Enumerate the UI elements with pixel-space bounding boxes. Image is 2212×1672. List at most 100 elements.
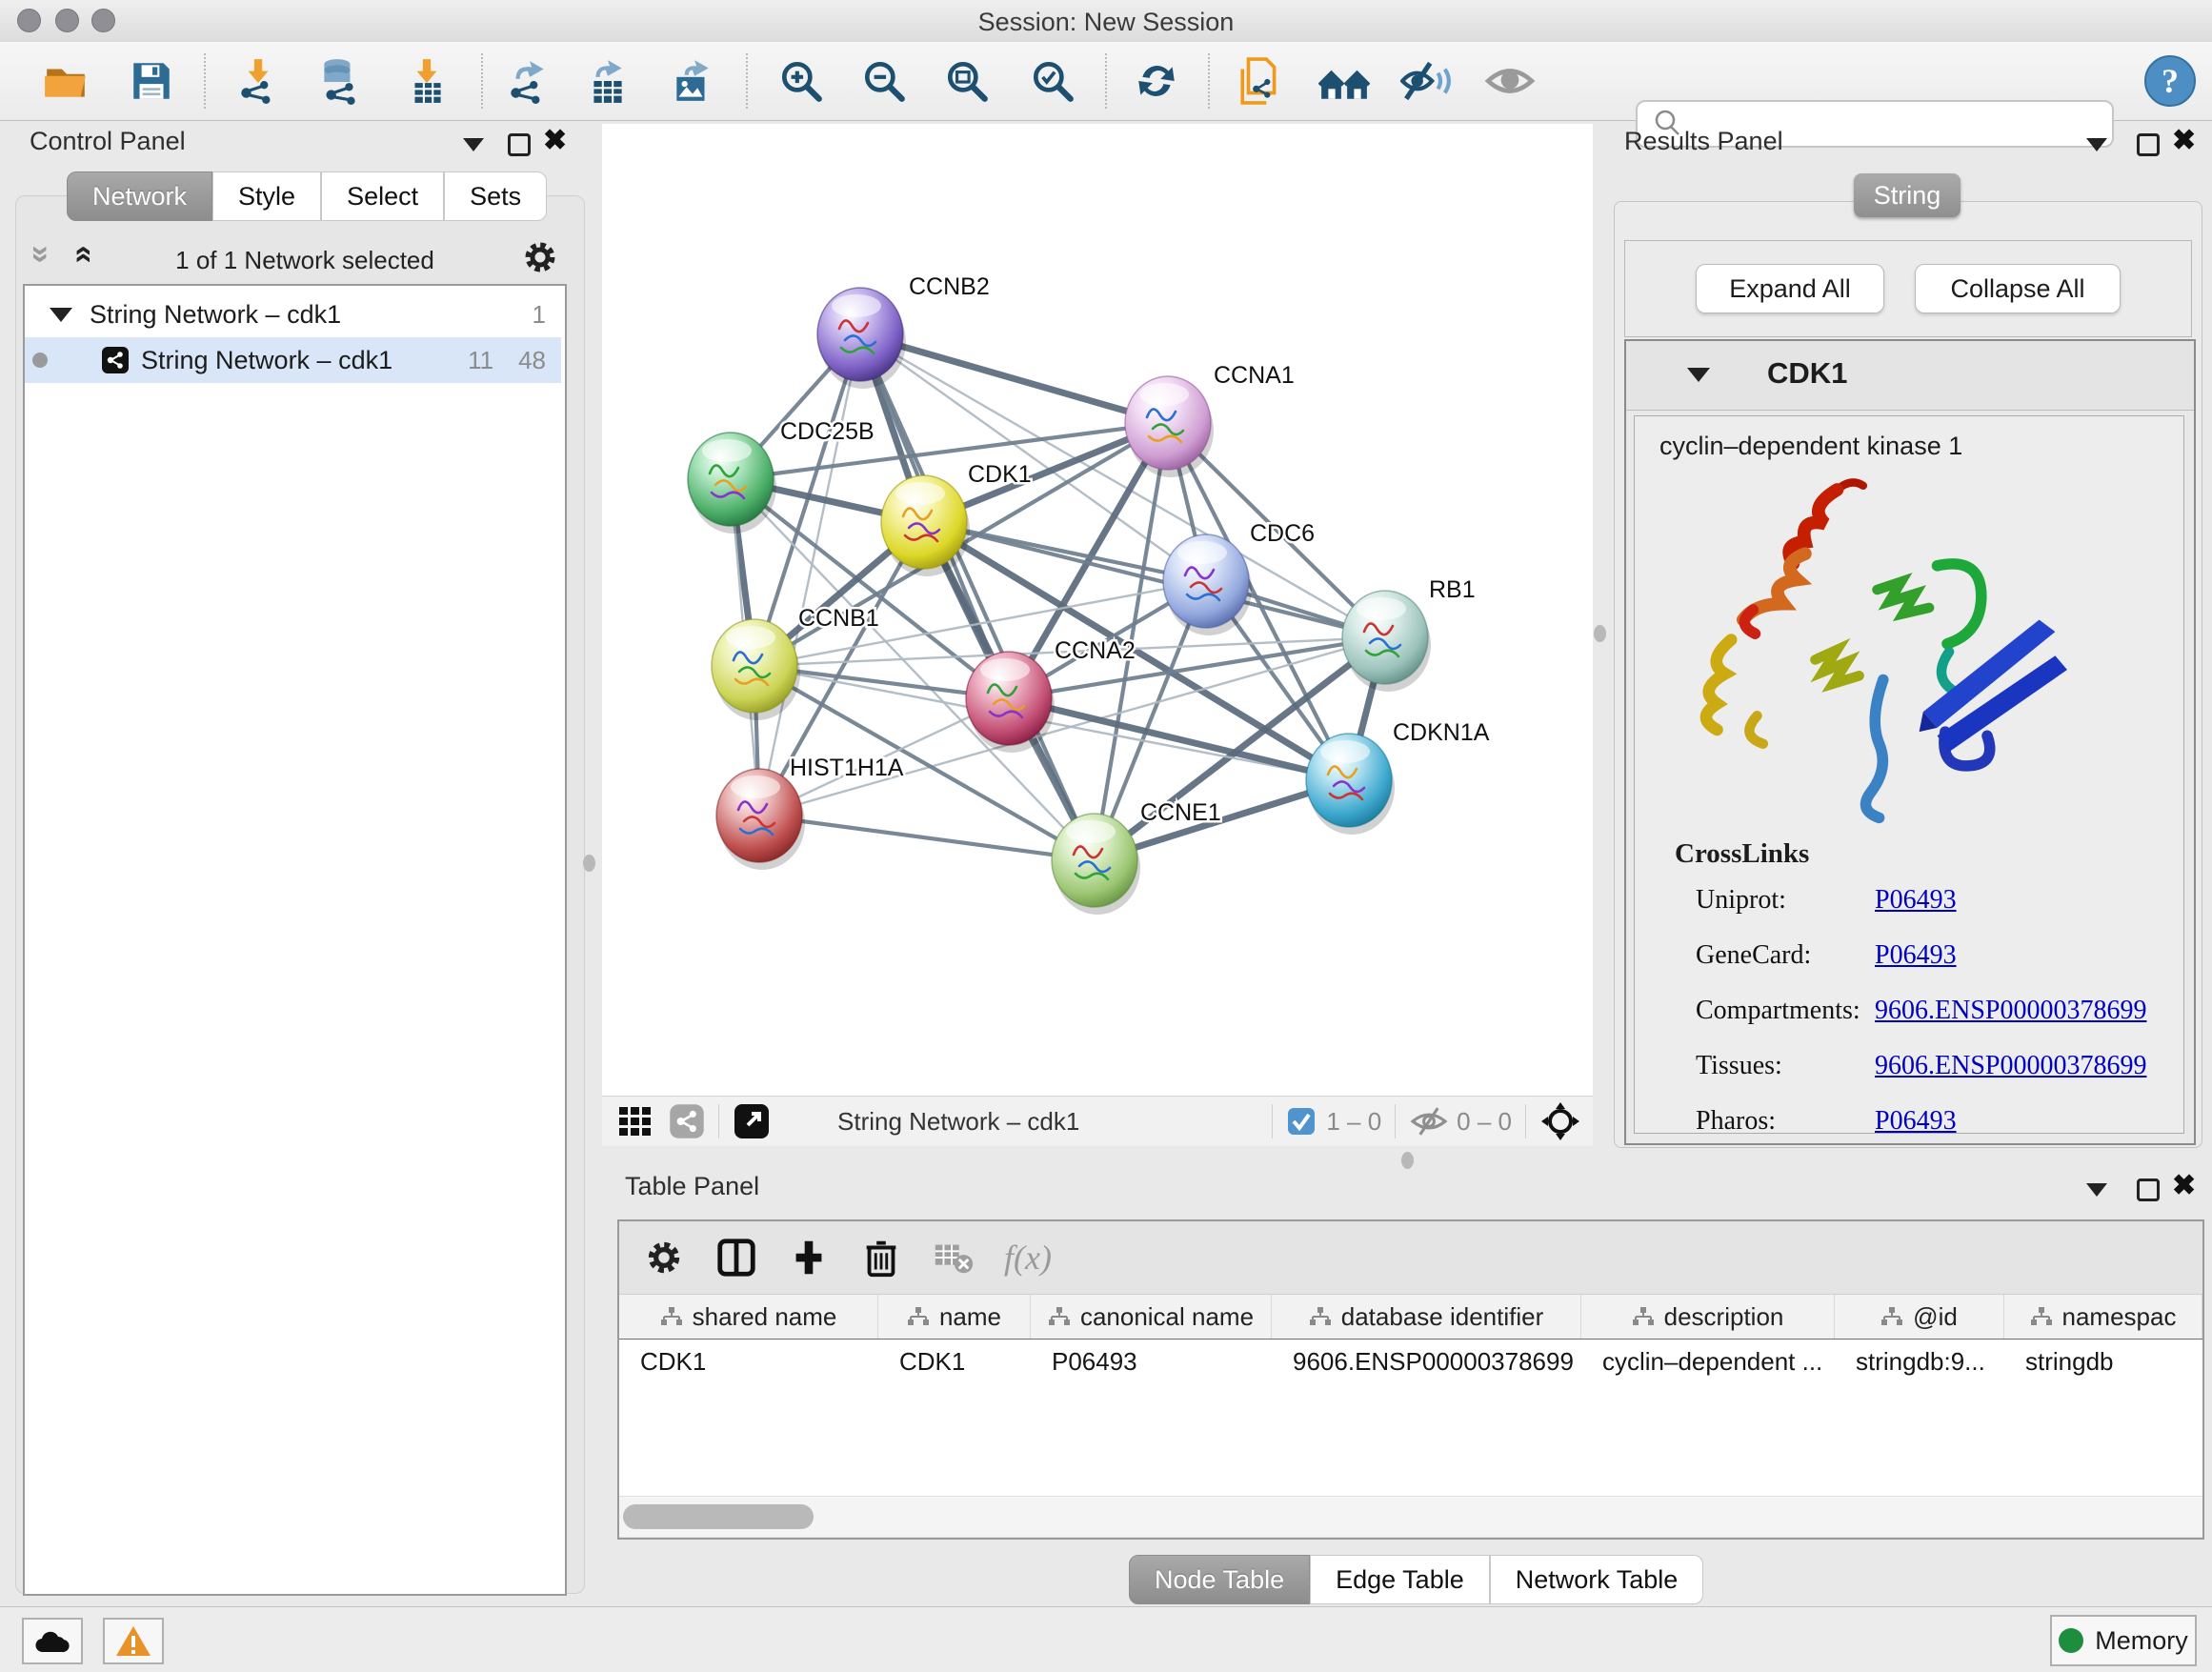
table-cell[interactable]: CDK1 — [619, 1347, 878, 1377]
node-CCNB2[interactable] — [817, 288, 906, 389]
column-header-description[interactable]: description — [1581, 1295, 1835, 1339]
show-all-eye-icon[interactable] — [1484, 57, 1532, 105]
results-panel-menu-icon[interactable] — [2086, 138, 2107, 151]
import-network-file-icon[interactable] — [234, 57, 282, 105]
network-row[interactable]: String Network – cdk1 11 48 — [25, 337, 561, 383]
edge-CCNB2-CCNA1[interactable] — [860, 334, 1168, 423]
control-panel-close-icon[interactable]: ✖ — [543, 130, 567, 152]
table-cell[interactable]: cyclin–dependent ... — [1581, 1347, 1835, 1377]
zoom-out-icon[interactable] — [860, 57, 908, 105]
node-CDKN1A[interactable] — [1306, 734, 1395, 835]
delete-column-trash-icon[interactable] — [859, 1236, 903, 1279]
tab-select[interactable]: Select — [321, 171, 444, 221]
cdk1-section-header[interactable]: CDK1 — [1626, 341, 2194, 411]
scrollbar-thumb[interactable] — [623, 1504, 814, 1529]
table-cell[interactable]: CDK1 — [878, 1347, 1031, 1377]
tab-network-table[interactable]: Network Table — [1490, 1555, 1704, 1604]
collapse-all-tree-icon[interactable]: » — [32, 240, 50, 270]
section-collapse-icon[interactable] — [1687, 368, 1710, 382]
crosslink-link[interactable]: 9606.ENSP00000378699 — [1875, 1051, 2146, 1081]
import-table-file-icon[interactable] — [403, 57, 451, 105]
share-view-icon[interactable] — [669, 1103, 705, 1139]
results-panel-close-icon[interactable]: ✖ — [2172, 130, 2196, 152]
save-session-icon[interactable] — [128, 57, 175, 105]
table-panel-close-icon[interactable]: ✖ — [2172, 1175, 2196, 1198]
table-cell[interactable]: 9606.ENSP00000378699 — [1272, 1347, 1581, 1377]
network-options-gear-icon[interactable] — [519, 236, 561, 278]
table-row[interactable]: CDK1CDK1P064939606.ENSP00000378699cyclin… — [619, 1340, 2202, 1383]
import-network-database-icon[interactable] — [315, 57, 363, 105]
zoom-in-icon[interactable] — [777, 57, 825, 105]
node-CDK1[interactable] — [881, 475, 970, 576]
column-header-database-identifier[interactable]: database identifier — [1272, 1295, 1581, 1339]
node-CCNB1[interactable] — [712, 619, 800, 720]
export-table-icon[interactable] — [584, 57, 632, 105]
tab-edge-table[interactable]: Edge Table — [1310, 1555, 1490, 1604]
add-column-icon[interactable] — [787, 1236, 831, 1279]
collection-expand-icon[interactable] — [50, 308, 72, 322]
zoom-selected-icon[interactable] — [1029, 57, 1076, 105]
selected-nodes-checkbox[interactable] — [1286, 1106, 1317, 1137]
node-CDC6[interactable] — [1163, 534, 1252, 635]
column-header-canonical-name[interactable]: canonical name — [1031, 1295, 1272, 1339]
table-cell[interactable]: stringdb:9... — [1835, 1347, 2004, 1377]
crosslink-link[interactable]: P06493 — [1875, 885, 1957, 916]
refresh-view-icon[interactable] — [1133, 57, 1180, 105]
edge-CCNB2-HIST1H1A[interactable] — [759, 334, 860, 816]
crosslink-link[interactable]: 9606.ENSP00000378699 — [1875, 996, 2146, 1026]
hide-selected-eye-slash-icon[interactable] — [1400, 57, 1448, 105]
zoom-fit-icon[interactable] — [943, 57, 991, 105]
results-panel-float-icon[interactable] — [2137, 133, 2160, 156]
cloud-status-button[interactable] — [22, 1618, 83, 1664]
table-horizontal-scrollbar[interactable] — [619, 1496, 2202, 1537]
tab-node-table[interactable]: Node Table — [1129, 1555, 1310, 1604]
control-panel-float-icon[interactable] — [508, 133, 531, 156]
grid-view-icon[interactable] — [617, 1103, 654, 1139]
left-splitter-handle[interactable] — [583, 855, 595, 872]
node-CCNA1[interactable] — [1125, 376, 1214, 477]
fx-function-icon[interactable]: f(x) — [1004, 1238, 1052, 1278]
node-RB1[interactable] — [1342, 591, 1431, 692]
open-session-icon[interactable] — [42, 57, 90, 105]
table-panel-menu-icon[interactable] — [2086, 1183, 2107, 1197]
tab-style[interactable]: Style — [212, 171, 321, 221]
memory-button[interactable]: Memory — [2050, 1615, 2197, 1666]
open-in-new-window-icon[interactable] — [733, 1102, 771, 1140]
edge-HIST1H1A-CCNE1[interactable] — [759, 816, 1095, 860]
export-image-icon[interactable] — [669, 57, 716, 105]
show-columns-icon[interactable] — [714, 1236, 758, 1279]
column-header-shared-name[interactable]: shared name — [619, 1295, 878, 1339]
network-canvas[interactable]: CCNB2CCNA1CDC25BCDK1CDC6RB1CCNB1CCNA2CDK… — [602, 124, 1593, 1096]
node-CCNA2[interactable] — [966, 652, 1055, 753]
collapse-all-button[interactable]: Collapse All — [1915, 264, 2121, 313]
table-cell[interactable]: P06493 — [1031, 1347, 1272, 1377]
tab-string[interactable]: String — [1854, 173, 1961, 217]
tab-network[interactable]: Network — [67, 171, 212, 221]
help-icon[interactable]: ? — [2143, 54, 2197, 108]
table-cell[interactable]: stringdb — [2004, 1347, 2202, 1377]
right-splitter-handle[interactable] — [1594, 625, 1606, 642]
expand-all-tree-icon[interactable]: » — [72, 240, 90, 270]
column-header-namespac[interactable]: namespac — [2004, 1295, 2202, 1339]
birds-eye-navigator-icon[interactable] — [1539, 1100, 1581, 1142]
new-network-from-selection-icon[interactable] — [1237, 57, 1284, 105]
node-HIST1H1A[interactable] — [716, 769, 805, 870]
horizontal-splitter-handle[interactable] — [1401, 1152, 1414, 1169]
houses-icon[interactable] — [1318, 57, 1366, 105]
table-panel-float-icon[interactable] — [2137, 1178, 2160, 1201]
expand-all-button[interactable]: Expand All — [1696, 264, 1884, 313]
hidden-eye-slash-icon[interactable] — [1409, 1105, 1449, 1138]
node-CCNE1[interactable] — [1052, 814, 1140, 915]
control-panel-menu-icon[interactable] — [463, 138, 484, 151]
node-CDC25B[interactable] — [688, 433, 776, 534]
edge-CCNB2-CCNE1[interactable] — [860, 334, 1095, 860]
table-options-gear-icon[interactable] — [642, 1236, 686, 1279]
crosslink-link[interactable]: P06493 — [1875, 1106, 1957, 1137]
warnings-button[interactable] — [103, 1618, 164, 1664]
export-network-icon[interactable] — [504, 57, 552, 105]
tab-sets[interactable]: Sets — [444, 171, 547, 221]
column-header--id[interactable]: @id — [1835, 1295, 2004, 1339]
crosslink-link[interactable]: P06493 — [1875, 940, 1957, 971]
network-collection-row[interactable]: String Network – cdk1 1 — [25, 292, 561, 337]
column-header-name[interactable]: name — [878, 1295, 1031, 1339]
